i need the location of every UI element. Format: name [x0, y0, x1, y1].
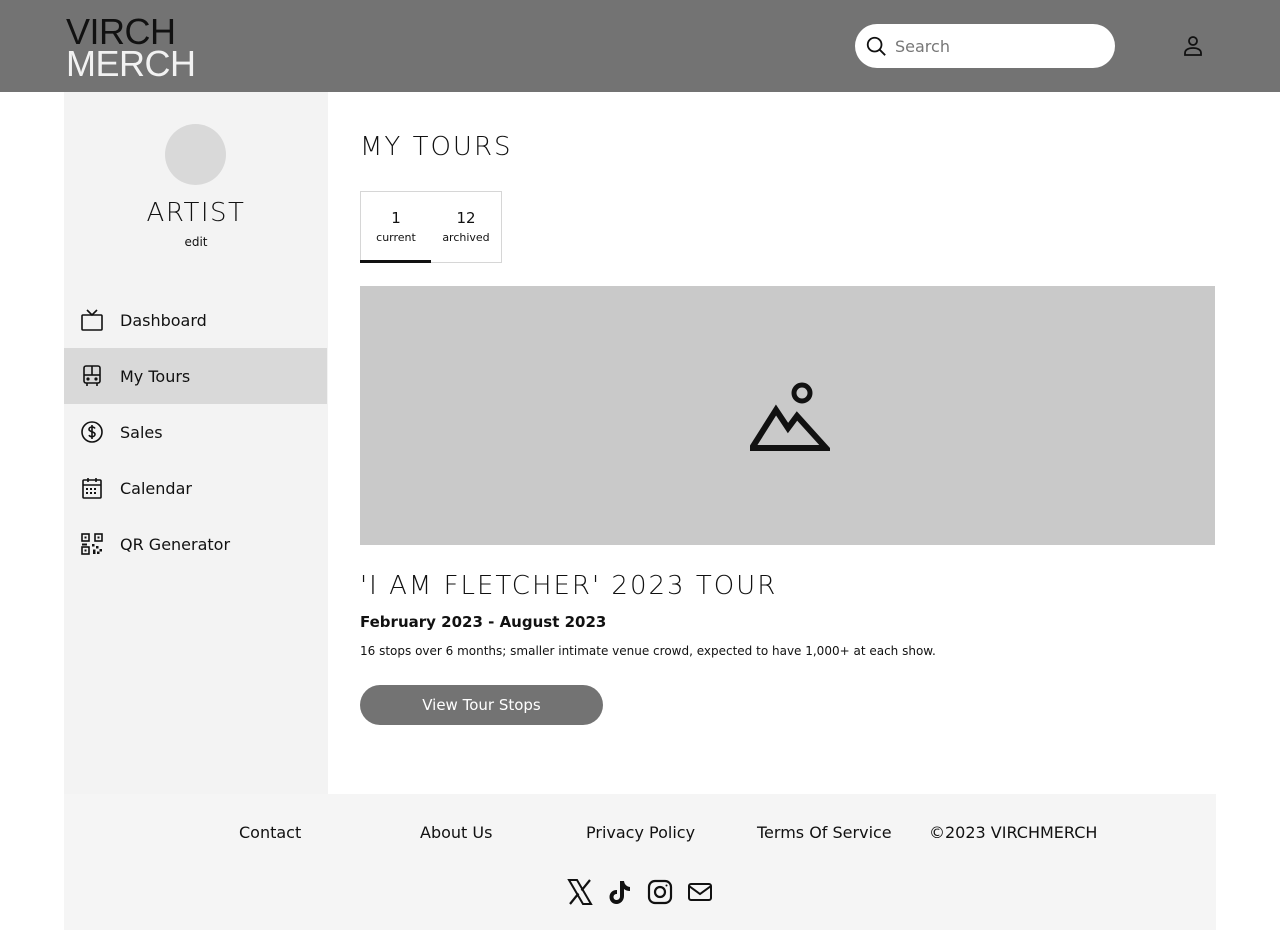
logo[interactable]: VIRCH MERCH — [66, 14, 206, 82]
tab-count: 1 — [391, 209, 401, 227]
footer-link-contact[interactable]: Contact — [239, 823, 301, 842]
tour-description: 16 stops over 6 months; smaller intimate… — [360, 644, 936, 658]
dollar-circle-icon — [81, 421, 103, 443]
sidebar-item-label: QR Generator — [120, 534, 231, 554]
sidebar-nav: Dashboard My Tours Sales Calendar QR Gen… — [64, 292, 327, 572]
sidebar-item-calendar[interactable]: Calendar — [64, 460, 327, 516]
user-account-icon[interactable] — [1181, 34, 1205, 58]
tour-tabs: 1 current 12 archived — [360, 191, 502, 263]
tab-current[interactable]: 1 current — [360, 192, 431, 263]
tour-dates: February 2023 - August 2023 — [360, 613, 607, 631]
sidebar-item-dashboard[interactable]: Dashboard — [64, 292, 327, 348]
tv-icon — [81, 309, 103, 331]
footer-link-privacy-policy[interactable]: Privacy Policy — [586, 823, 695, 842]
edit-profile-link[interactable]: edit — [64, 235, 328, 249]
sidebar-item-label: Sales — [120, 422, 163, 442]
image-placeholder-icon — [750, 382, 830, 451]
tour-image — [360, 286, 1215, 545]
page-title: MY TOURS — [360, 132, 513, 162]
sidebar-item-my-tours[interactable]: My Tours — [64, 348, 327, 404]
instagram-icon[interactable] — [646, 878, 674, 906]
logo-line-2: MERCH — [66, 43, 196, 84]
sidebar-item-label: Dashboard — [120, 310, 207, 330]
sidebar: ARTIST edit Dashboard My Tours Sales Cal… — [64, 92, 328, 794]
tab-archived[interactable]: 12 archived — [431, 192, 501, 262]
qr-code-icon — [81, 533, 103, 555]
avatar[interactable] — [165, 124, 226, 185]
copyright-text: ©2023 VIRCHMERCH — [929, 823, 1098, 842]
bus-icon — [83, 365, 101, 386]
search-input[interactable] — [895, 24, 1105, 68]
logo-line-1: VIRCH — [66, 11, 176, 52]
mail-icon[interactable] — [686, 878, 714, 906]
calendar-icon — [82, 478, 102, 499]
footer-link-terms-of-service[interactable]: Terms Of Service — [757, 823, 892, 842]
top-header: VIRCH MERCH — [0, 0, 1280, 92]
view-tour-stops-button[interactable]: View Tour Stops — [360, 685, 603, 725]
tiktok-icon[interactable] — [606, 878, 634, 906]
sidebar-item-sales[interactable]: Sales — [64, 404, 327, 460]
tab-label: archived — [442, 231, 490, 244]
search-icon — [866, 36, 886, 56]
sidebar-item-label: My Tours — [120, 366, 191, 386]
footer-link-about-us[interactable]: About Us — [420, 823, 492, 842]
sidebar-item-qr-generator[interactable]: QR Generator — [64, 516, 327, 572]
tab-label: current — [376, 231, 416, 244]
artist-name: ARTIST — [146, 198, 246, 228]
search-bar[interactable] — [855, 24, 1115, 68]
sidebar-item-label: Calendar — [120, 478, 192, 498]
footer: Contact About Us Privacy Policy Terms Of… — [64, 794, 1216, 930]
tab-count: 12 — [456, 209, 476, 227]
tour-title: 'I AM FLETCHER' 2023 TOUR — [360, 571, 778, 601]
x-icon[interactable] — [566, 878, 594, 906]
